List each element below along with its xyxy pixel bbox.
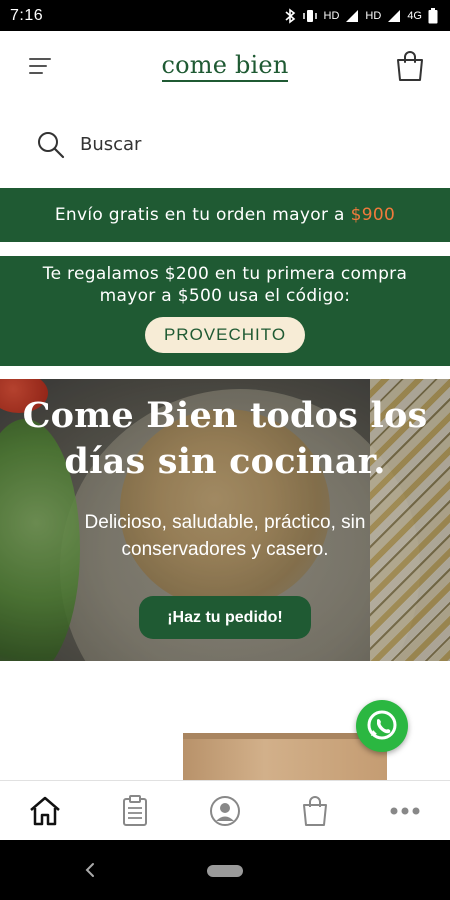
status-time: 7:16 bbox=[10, 6, 44, 24]
network-label-4g: 4G bbox=[407, 9, 422, 22]
network-label-hd-1: HD bbox=[323, 9, 340, 22]
hero-title: Come Bien todos los días sin cocinar. bbox=[0, 393, 450, 485]
network-label-hd-2: HD bbox=[365, 9, 382, 22]
signal-icon bbox=[346, 9, 359, 22]
more-icon bbox=[390, 807, 420, 815]
promo-code-badge[interactable]: PROVECHITO bbox=[144, 317, 306, 353]
bluetooth-icon bbox=[285, 7, 295, 24]
nav-cart[interactable] bbox=[285, 786, 345, 836]
hero-subtitle: Delicioso, saludable, práctico, sin cons… bbox=[40, 509, 410, 563]
shopping-bag-icon[interactable] bbox=[394, 49, 426, 83]
hero-title-line-1: Come Bien todos los bbox=[22, 395, 428, 436]
search-icon[interactable] bbox=[36, 130, 66, 160]
vibrate-icon bbox=[302, 9, 317, 22]
home-pill-button[interactable] bbox=[207, 865, 243, 877]
search-input[interactable] bbox=[80, 128, 420, 160]
whatsapp-button[interactable] bbox=[356, 700, 408, 752]
signal-icon-2 bbox=[388, 9, 401, 22]
promo-banner: Te regalamos $200 en tu primera compra m… bbox=[0, 256, 450, 366]
promo-line-2: mayor a $500 usa el código: bbox=[99, 286, 351, 306]
home-icon bbox=[30, 796, 60, 826]
nav-orders[interactable] bbox=[105, 786, 165, 836]
hero-subtitle-line-2: conservadores y casero. bbox=[121, 539, 329, 560]
battery-icon bbox=[428, 7, 438, 23]
free-shipping-text: Envío gratis en tu orden mayor a bbox=[54, 205, 345, 225]
whatsapp-icon bbox=[367, 710, 397, 740]
shopping-bag-icon bbox=[303, 796, 327, 826]
brand-logo-text: come bien bbox=[161, 51, 289, 82]
nav-account[interactable] bbox=[195, 786, 255, 836]
free-shipping-price: $900 bbox=[350, 205, 396, 225]
nav-more[interactable] bbox=[375, 786, 435, 836]
free-shipping-banner: Envío gratis en tu orden mayor a $900 bbox=[0, 188, 450, 242]
account-icon bbox=[210, 796, 240, 826]
bottom-navigation bbox=[0, 780, 450, 841]
back-icon[interactable] bbox=[80, 860, 100, 880]
status-bar: 7:16 HD HD 4G bbox=[0, 0, 450, 31]
search-bar bbox=[0, 118, 450, 170]
app-header: come bien bbox=[0, 31, 450, 101]
promo-line-1: Te regalamos $200 en tu primera compra bbox=[42, 264, 408, 284]
hero-title-line-2: días sin cocinar. bbox=[64, 441, 386, 482]
hero-subtitle-line-1: Delicioso, saludable, práctico, sin bbox=[84, 512, 366, 533]
order-now-button[interactable]: ¡Haz tu pedido! bbox=[139, 596, 311, 639]
hero-banner: Come Bien todos los días sin cocinar. De… bbox=[0, 379, 450, 661]
nav-home[interactable] bbox=[15, 786, 75, 836]
brand-logo[interactable]: come bien bbox=[0, 51, 450, 82]
clipboard-icon bbox=[123, 795, 147, 826]
status-icons: HD HD 4G bbox=[284, 7, 438, 24]
